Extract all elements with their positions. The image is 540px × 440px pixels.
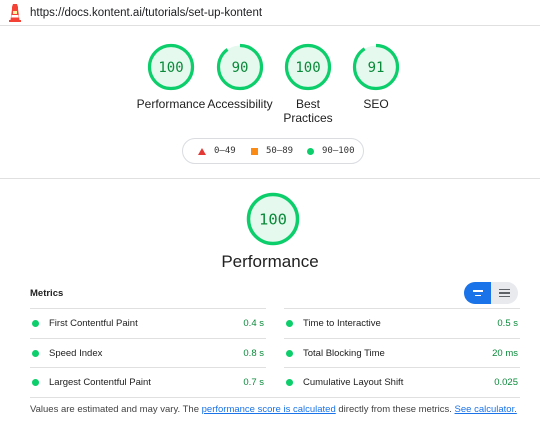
metric-name: Largest Contentful Paint	[49, 377, 151, 388]
gauge-score: 91	[368, 60, 385, 76]
gauge-ring: 100	[284, 43, 332, 91]
section-title: Performance	[221, 252, 319, 271]
metric-row: Largest Contentful Paint 0.7 s	[30, 367, 266, 397]
metric-value: 0.025	[494, 377, 518, 388]
metric-name: Total Blocking Time	[303, 348, 385, 359]
footnote-text: directly from these metrics.	[335, 404, 455, 415]
metric-name: First Contentful Paint	[49, 318, 138, 329]
legend-pass: 90–100	[307, 146, 355, 156]
square-icon	[251, 147, 258, 155]
legend-fail: 0–49	[198, 146, 236, 156]
pass-icon	[286, 350, 293, 357]
gauge-ring: 90	[216, 43, 264, 91]
pass-icon	[32, 350, 39, 357]
metrics-footnote: Values are estimated and may vary. The p…	[30, 404, 517, 415]
performance-gauge: 100	[246, 192, 300, 246]
compact-view-button[interactable]	[464, 282, 491, 304]
metric-value: 0.7 s	[243, 377, 264, 388]
gauge-score: 100	[158, 60, 183, 76]
metric-name: Time to Interactive	[303, 318, 381, 329]
metric-row: Time to Interactive 0.5 s	[284, 308, 520, 338]
pass-icon	[286, 320, 293, 327]
gauge-label: SEO	[363, 97, 389, 111]
address-bar: https://docs.kontent.ai/tutorials/set-up…	[0, 0, 540, 26]
metrics-divider	[30, 397, 520, 398]
metrics-header: Metrics	[30, 288, 64, 299]
metric-value: 0.8 s	[243, 348, 264, 359]
footnote-text: Values are estimated and may vary. The	[30, 404, 202, 415]
page-url: https://docs.kontent.ai/tutorials/set-up…	[30, 6, 263, 19]
pass-icon	[286, 379, 293, 386]
metric-row: First Contentful Paint 0.4 s	[30, 308, 266, 338]
gauge-ring: 91	[352, 43, 400, 91]
circle-icon	[307, 147, 314, 155]
metric-row: Speed Index 0.8 s	[30, 338, 266, 368]
gauge-score: 100	[295, 60, 320, 76]
gauge-seo[interactable]: 91 SEO	[326, 43, 426, 111]
section-divider	[0, 178, 540, 179]
metric-row: Cumulative Layout Shift 0.025	[284, 367, 520, 397]
triangle-icon	[198, 147, 206, 155]
score-calculation-link[interactable]: performance score is calculated	[202, 404, 336, 415]
performance-score: 100	[259, 211, 287, 229]
expanded-view-button[interactable]	[491, 282, 518, 304]
legend-fail-label: 0–49	[214, 146, 236, 156]
gauge-ring: 100	[147, 43, 195, 91]
metric-name: Speed Index	[49, 348, 103, 359]
lighthouse-icon	[9, 3, 21, 22]
calculator-link[interactable]: See calculator.	[455, 404, 517, 415]
gauge-score: 90	[232, 60, 249, 76]
metric-value: 0.4 s	[243, 318, 264, 329]
metrics-view-toggle[interactable]	[464, 282, 518, 304]
score-legend: 0–49 50–89 90–100	[182, 138, 364, 164]
pass-icon	[32, 379, 39, 386]
legend-average: 50–89	[251, 146, 293, 156]
metric-value: 20 ms	[492, 348, 518, 359]
metric-name: Cumulative Layout Shift	[303, 377, 404, 388]
pass-icon	[32, 320, 39, 327]
metric-value: 0.5 s	[497, 318, 518, 329]
metric-row: Total Blocking Time 20 ms	[284, 338, 520, 368]
legend-average-label: 50–89	[266, 146, 294, 156]
legend-pass-label: 90–100	[322, 146, 355, 156]
